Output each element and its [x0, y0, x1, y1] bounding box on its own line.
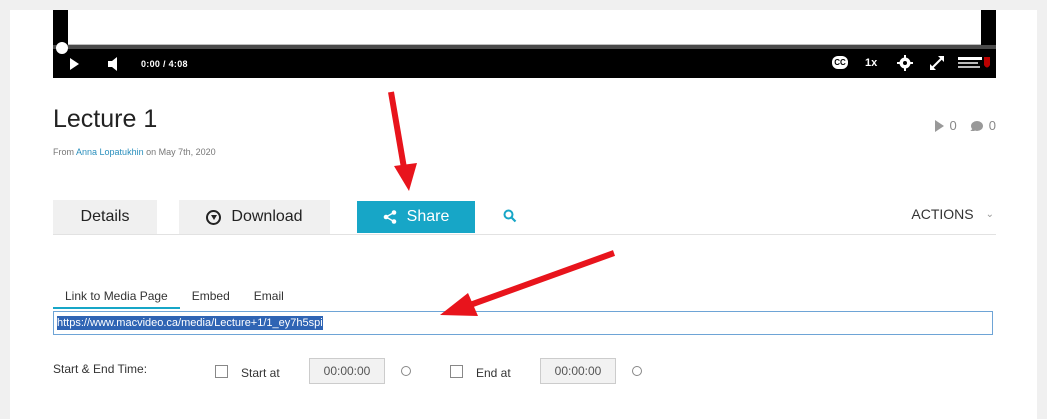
arrow-to-link [440, 250, 616, 316]
arrow-to-share [388, 91, 417, 191]
annotation-arrows [388, 91, 616, 316]
